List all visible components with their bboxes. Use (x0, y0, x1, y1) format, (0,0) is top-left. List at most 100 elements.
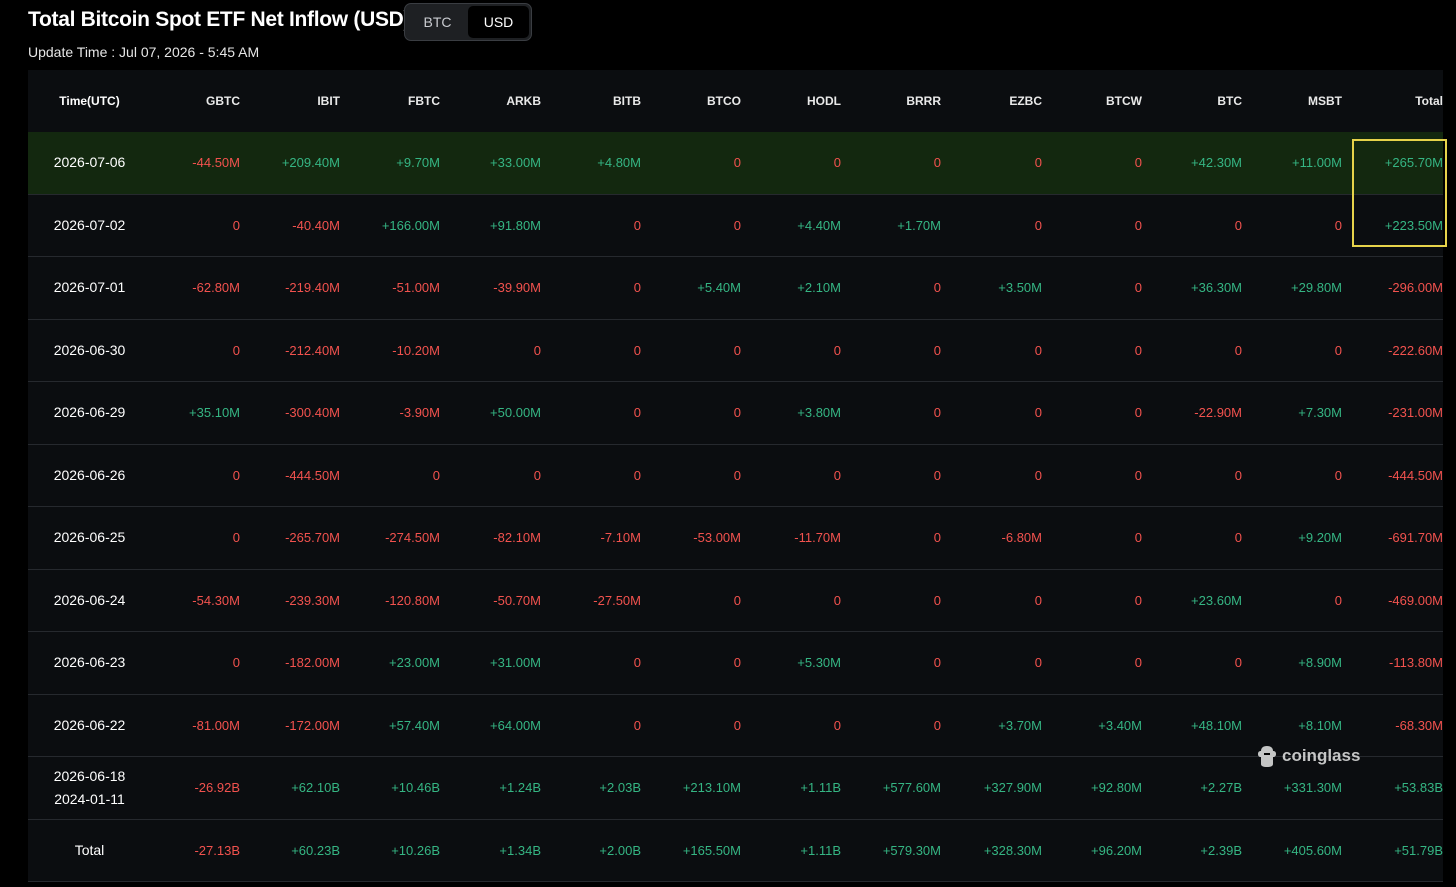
table-row: 2026-06-26 0 -444.50M 0 0 0 0 0 0 0 0 0 0 -444.50M (28, 445, 1443, 507)
value-cell-ezbc: -6.80M (1001, 530, 1042, 546)
value-cell-arkb: +50.00M (490, 405, 541, 421)
value-cell-btc: 0 (1234, 467, 1242, 483)
column-header-arkb[interactable]: ARKB (440, 94, 541, 108)
value-cell-btcw: 0 (1134, 155, 1142, 171)
column-header-brrr[interactable]: BRRR (841, 94, 941, 108)
value-cell-arkb: -50.70M (493, 592, 541, 608)
value-cell-fbtc: -51.00M (392, 280, 440, 296)
value-cell-msbt: 0 (1334, 342, 1342, 358)
value-cell-btcw: 0 (1134, 280, 1142, 296)
toggle-usd[interactable]: USD (468, 6, 529, 38)
value-cell-msbt: 0 (1334, 592, 1342, 608)
value-cell-btcw: 0 (1134, 592, 1142, 608)
column-header-ibit[interactable]: IBIT (240, 94, 340, 108)
row-date: 2026-07-01 (28, 276, 151, 299)
value-cell-total: -469.00M (1388, 592, 1443, 608)
column-header-bitb[interactable]: BITB (541, 94, 641, 108)
row-date-line: 2026-06-30 (53, 341, 126, 358)
table-total-row: Total -27.13B +60.23B +10.26B +1.34B +2.00B +1… (28, 820, 1443, 882)
value-cell-btc: +42.30M (1191, 155, 1242, 171)
column-header-hodl[interactable]: HODL (741, 94, 841, 108)
value-cell-ibit: -172.00M (285, 717, 340, 733)
value-cell-btco: 0 (733, 592, 741, 608)
value-cell-ibit: -265.70M (285, 530, 340, 546)
row-date: 2026-06-22 (28, 714, 151, 737)
column-header-btc[interactable]: BTC (1142, 94, 1242, 108)
row-date-line: 2026-06-22 (53, 716, 126, 733)
value-cell-hodl: -11.70M (794, 530, 841, 546)
row-date: 2026-07-06 (28, 151, 151, 174)
column-header-btcw[interactable]: BTCW (1042, 94, 1142, 108)
value-cell-ibit: +60.23B (291, 842, 340, 858)
value-cell-arkb: +33.00M (490, 155, 541, 171)
row-date-line: 2026-07-06 (53, 154, 126, 171)
value-cell-arkb: +91.80M (490, 217, 541, 233)
value-cell-msbt: +9.20M (1298, 530, 1342, 546)
row-date-line: Total (74, 841, 105, 858)
value-cell-fbtc: -10.20M (392, 342, 440, 358)
value-cell-msbt: +11.00M (1292, 155, 1342, 171)
value-cell-brrr: +577.60M (882, 780, 941, 796)
value-cell-gbtc: -27.13B (194, 842, 240, 858)
value-cell-bitb: 0 (633, 655, 641, 671)
value-cell-bitb: -7.10M (600, 530, 641, 546)
value-cell-brrr: 0 (933, 655, 941, 671)
value-cell-total: +223.50M (1384, 217, 1443, 233)
table-row: 2026-07-06 -44.50M +209.40M +9.70M +33.00M +4… (28, 132, 1443, 195)
unit-toggle[interactable]: BTC USD (404, 3, 532, 41)
row-date-line: 2026-06-26 (53, 466, 126, 483)
value-cell-brrr: +579.30M (882, 842, 941, 858)
page-title: Total Bitcoin Spot ETF Net Inflow (USD) (28, 8, 411, 31)
column-header-ezbc[interactable]: EZBC (941, 94, 1042, 108)
value-cell-gbtc: 0 (232, 342, 240, 358)
value-cell-ibit: -239.30M (285, 592, 340, 608)
value-cell-bitb: -27.50M (593, 592, 641, 608)
value-cell-btc: 0 (1234, 217, 1242, 233)
value-cell-hodl: +2.10M (797, 280, 841, 296)
row-date-line: 2026-07-02 (53, 216, 126, 233)
column-header-fbtc[interactable]: FBTC (340, 94, 440, 108)
column-header-gbtc[interactable]: GBTC (151, 94, 240, 108)
value-cell-gbtc: -81.00M (192, 717, 240, 733)
value-cell-arkb: +64.00M (490, 717, 541, 733)
row-date: 2026-06-25 (28, 526, 151, 549)
value-cell-bitb: 0 (633, 467, 641, 483)
value-cell-fbtc: -3.90M (399, 405, 440, 421)
value-cell-btcw: 0 (1134, 530, 1142, 546)
value-cell-fbtc: 0 (432, 467, 440, 483)
value-cell-btco: 0 (733, 342, 741, 358)
value-cell-btcw: 0 (1134, 655, 1142, 671)
value-cell-btco: -53.00M (693, 530, 741, 546)
row-date: 2026-06-18 2024-01-11 (28, 765, 151, 811)
value-cell-gbtc: 0 (232, 530, 240, 546)
value-cell-ezbc: +3.50M (998, 280, 1042, 296)
row-date: 2026-06-29 (28, 401, 151, 424)
value-cell-fbtc: +10.26B (391, 842, 440, 858)
value-cell-btc: +2.39B (1200, 842, 1242, 858)
column-header-msbt[interactable]: MSBT (1242, 94, 1342, 108)
toggle-btc[interactable]: BTC (407, 6, 468, 38)
update-time: Update Time : Jul 07, 2026 - 5:45 AM (28, 44, 260, 60)
column-header-total[interactable]: Total (1342, 94, 1443, 108)
coinglass-logo-icon (1258, 746, 1276, 767)
column-header-time-utc[interactable]: Time(UTC) (28, 90, 151, 113)
value-cell-hodl: +1.11B (800, 842, 841, 858)
value-cell-fbtc: +23.00M (389, 655, 440, 671)
table-row: 2026-06-25 0 -265.70M -274.50M -82.10M -7.10M… (28, 507, 1443, 570)
value-cell-brrr: +1.70M (897, 217, 941, 233)
value-cell-btc: +23.60M (1191, 592, 1242, 608)
value-cell-fbtc: +9.70M (396, 155, 440, 171)
value-cell-ibit: -212.40M (285, 342, 340, 358)
value-cell-btco: 0 (733, 655, 741, 671)
value-cell-brrr: 0 (933, 155, 941, 171)
value-cell-hodl: 0 (833, 342, 841, 358)
value-cell-gbtc: -62.80M (192, 280, 240, 296)
value-cell-ibit: +209.40M (281, 155, 340, 171)
value-cell-btcw: +96.20M (1091, 842, 1142, 858)
column-header-btco[interactable]: BTCO (641, 94, 741, 108)
value-cell-brrr: 0 (933, 717, 941, 733)
value-cell-hodl: +1.11B (800, 780, 841, 796)
value-cell-ibit: -444.50M (285, 467, 340, 483)
value-cell-gbtc: 0 (232, 467, 240, 483)
row-date-line: 2026-06-29 (53, 404, 126, 421)
